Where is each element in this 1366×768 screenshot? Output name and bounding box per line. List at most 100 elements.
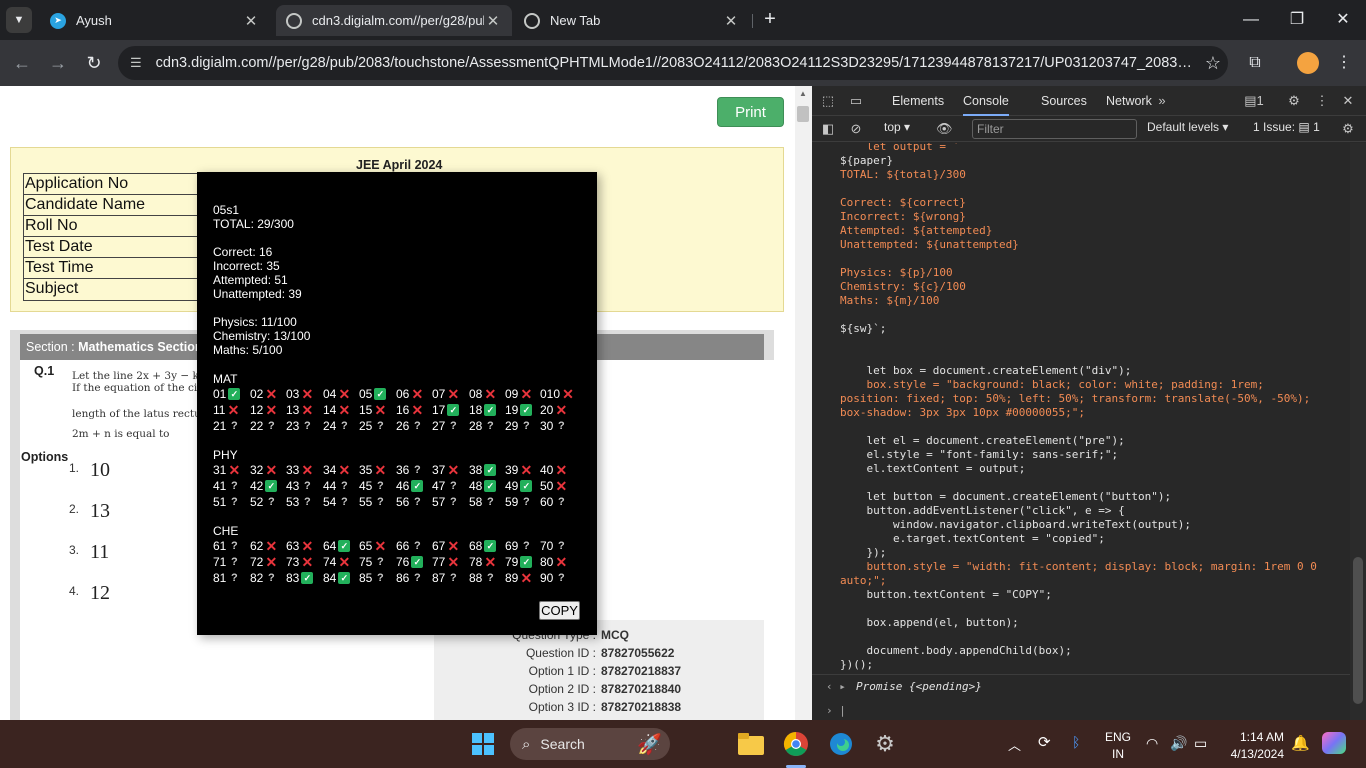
close-icon[interactable]: ✕ xyxy=(242,12,260,30)
minimize-button[interactable]: — xyxy=(1236,8,1266,32)
scroll-up-icon[interactable]: ▲ xyxy=(799,89,807,98)
issues-counter[interactable]: 1 Issue: ▤ 1 xyxy=(1253,120,1320,134)
print-button[interactable]: Print xyxy=(717,97,784,127)
result-expand-icon[interactable]: ‹ ▸ xyxy=(826,680,846,694)
site-info-icon[interactable]: ☰ xyxy=(130,55,142,71)
more-tabs-icon[interactable]: » xyxy=(1154,93,1170,109)
devtools-menu-icon[interactable]: ⋮ xyxy=(1314,93,1330,109)
window-close-button[interactable]: ✕ xyxy=(1328,8,1358,32)
context-value: top xyxy=(884,120,901,134)
console-prompt[interactable]: › | xyxy=(826,704,846,718)
question-mark-icon: ? xyxy=(340,496,348,508)
overlay-physics: Physics: 11/100 xyxy=(213,315,297,329)
settings-gear-icon[interactable]: ⚙ xyxy=(1286,93,1302,109)
profile-avatar[interactable] xyxy=(1297,52,1319,74)
exam-title: JEE April 2024 xyxy=(356,158,443,172)
tab-digialm[interactable]: cdn3.digialm.com//per/g28/pub ✕ xyxy=(276,5,512,36)
device-toolbar-icon[interactable]: ▭ xyxy=(848,93,864,109)
clock[interactable]: 1:14 AM 4/13/2024 xyxy=(1228,730,1284,761)
answer-cell: 36? xyxy=(396,463,423,477)
devtools-tab-sources[interactable]: Sources xyxy=(1041,86,1087,116)
answer-cell: 70? xyxy=(540,539,567,553)
tab-search-button[interactable]: ▼ xyxy=(6,7,32,33)
tab-new-tab[interactable]: New Tab ✕ xyxy=(514,5,750,36)
answer-cell: 30? xyxy=(540,419,567,433)
page-scrollbar[interactable]: ▲ xyxy=(795,86,812,720)
console-code-line: ${sw}`; xyxy=(840,322,887,335)
console-result[interactable]: Promise {<pending>} xyxy=(856,680,982,694)
meta-value: MCQ xyxy=(601,628,629,642)
console-filter-input[interactable]: Filter xyxy=(972,119,1137,139)
question-number: 21 xyxy=(213,419,227,433)
scrollbar-thumb[interactable] xyxy=(797,106,809,122)
reload-button[interactable]: ↻ xyxy=(81,50,107,76)
devtools-close-icon[interactable]: ✕ xyxy=(1340,93,1356,109)
option-number: 3. xyxy=(69,543,80,557)
question-number: 19 xyxy=(505,403,519,417)
question-number: 69 xyxy=(505,539,519,553)
volume-icon[interactable]: 🔊 xyxy=(1170,735,1187,752)
close-icon[interactable]: ✕ xyxy=(484,12,502,30)
question-mark-icon: ? xyxy=(303,420,311,432)
inspect-element-icon[interactable]: ⬚ xyxy=(820,93,836,109)
extensions-icon[interactable]: ⧉ xyxy=(1244,52,1266,74)
notification-bell-icon[interactable]: 🔔 xyxy=(1291,734,1310,752)
question-number: 13 xyxy=(286,403,300,417)
copy-button[interactable]: COPY xyxy=(539,601,580,620)
console-scrollbar[interactable] xyxy=(1350,143,1366,720)
answer-cell: 04 ✕ xyxy=(323,387,350,401)
question-number: 48 xyxy=(469,479,483,493)
file-explorer-icon[interactable] xyxy=(736,729,766,759)
devtools-tab-console[interactable]: Console xyxy=(963,86,1009,116)
devtools-tab-network[interactable]: Network xyxy=(1106,86,1152,116)
sidebar-toggle-icon[interactable]: ◧ xyxy=(820,121,836,137)
context-selector[interactable]: top ▾ xyxy=(884,120,910,134)
check-icon: ✓ xyxy=(520,404,533,416)
tray-overflow-icon[interactable]: ︿ xyxy=(1008,735,1021,754)
taskbar-search[interactable]: ⌕ Search 🚀 xyxy=(510,728,670,760)
console-scroll-thumb[interactable] xyxy=(1353,557,1363,704)
answer-cell: 50 ✕ xyxy=(540,479,567,493)
sync-icon[interactable]: ⟳ xyxy=(1038,733,1051,751)
address-bar[interactable]: ☰ cdn3.digialm.com//per/g28/pub/2083/tou… xyxy=(118,46,1228,80)
language-indicator[interactable]: ENG IN xyxy=(1105,730,1131,761)
forward-button[interactable]: → xyxy=(45,50,71,76)
overlay-maths: Maths: 5/100 xyxy=(213,343,283,357)
console-settings-icon[interactable]: ⚙ xyxy=(1340,121,1356,137)
cross-icon: ✕ xyxy=(265,554,278,570)
windows-start-icon[interactable] xyxy=(468,729,498,759)
chrome-menu-icon[interactable]: ⋮ xyxy=(1333,52,1355,74)
live-expression-eye-icon[interactable]: 👁 xyxy=(936,121,953,137)
devtools-tab-elements[interactable]: Elements xyxy=(892,86,944,116)
question-number: 56 xyxy=(396,495,410,509)
wifi-icon[interactable]: ◠ xyxy=(1146,735,1158,752)
battery-icon[interactable]: ▭ xyxy=(1194,735,1207,752)
answer-cell: 86? xyxy=(396,571,423,585)
bookmark-star-icon[interactable]: ☆ xyxy=(1198,53,1228,74)
answer-cell: 33 ✕ xyxy=(286,463,313,477)
clear-console-icon[interactable]: ⊘ xyxy=(848,121,864,137)
restore-button[interactable]: ❐ xyxy=(1282,8,1312,32)
bluetooth-icon[interactable]: ᛒ xyxy=(1072,734,1080,750)
cross-icon: ✕ xyxy=(265,538,278,554)
new-tab-button[interactable]: + xyxy=(758,8,782,32)
close-icon[interactable]: ✕ xyxy=(722,12,740,30)
copilot-icon[interactable] xyxy=(1322,732,1346,754)
answer-cell: 43? xyxy=(286,479,313,493)
console-separator xyxy=(812,674,1350,675)
question-number: 37 xyxy=(432,463,446,477)
cross-icon: ✕ xyxy=(374,538,387,554)
back-button[interactable]: ← xyxy=(9,50,35,76)
answer-cell: 90? xyxy=(540,571,567,585)
question-mark-icon: ? xyxy=(376,420,384,432)
messages-badge[interactable]: ▤1 xyxy=(1242,93,1266,109)
edge-icon[interactable] xyxy=(826,729,856,759)
answer-cell: 72 ✕ xyxy=(250,555,277,569)
tab-ayush[interactable]: ➤ Ayush ✕ xyxy=(40,5,270,36)
settings-taskbar-icon[interactable]: ⚙ xyxy=(870,729,900,759)
log-levels-dropdown[interactable]: Default levels ▾ xyxy=(1147,120,1228,134)
chrome-taskbar-icon[interactable] xyxy=(781,729,811,759)
question-mark-icon: ? xyxy=(230,420,238,432)
cross-icon: ✕ xyxy=(265,462,278,478)
answer-cell: 76 ✓ xyxy=(396,555,424,569)
